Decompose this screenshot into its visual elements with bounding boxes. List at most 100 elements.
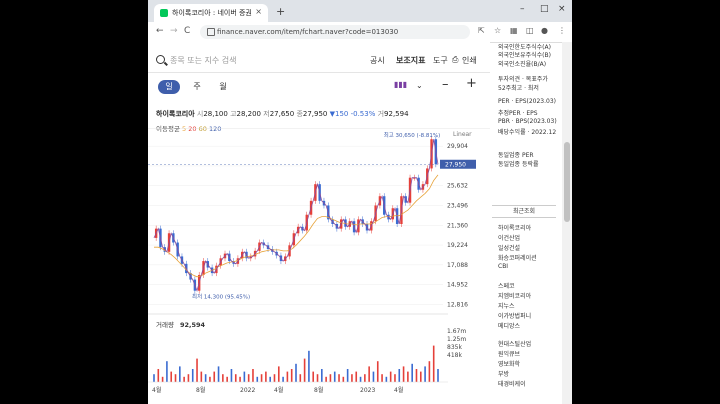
volume-bar [161,376,164,382]
back-button[interactable]: ← [156,26,164,36]
x-tick-label: 8월 [314,386,323,394]
tab-naver-finance[interactable]: 하이록코리아 : 네이버 증권 × [154,4,268,22]
volume-bar [351,374,353,382]
volume-value: 92,594 [384,110,409,118]
stock-chart[interactable]: Linear 29,90427,76825,63223,49621,36019,… [148,128,490,404]
volume-bar [286,371,289,382]
y-tick-label: 19,224 [447,242,468,249]
tab-weekly[interactable]: 주 [186,80,208,94]
tab-monthly[interactable]: 월 [212,80,234,94]
search-icon[interactable] [156,55,165,64]
volume-bar [394,374,396,382]
volume-bar [239,376,241,382]
right-info-panel: 외국인한도주식수(A) 외국인보유주식수(B) 외국인소진율(B/A) 투자의견 · … [492,42,558,404]
recent-item[interactable]: 부방 [498,369,509,378]
tab-close-icon[interactable]: × [255,7,262,16]
info-row: 52주최고 · 최저 [498,85,539,92]
recent-item[interactable]: 지누스 [498,301,515,310]
volume-bars [148,345,448,383]
volume-bar [364,374,366,382]
price-line [153,139,439,292]
volume-bar [333,371,336,382]
recent-item[interactable]: 이건산업 [498,233,520,242]
recent-item[interactable]: 메디앙스 [498,321,520,330]
grid [148,145,443,305]
volume-axis-labels: 1.67m1.25m835k418k [447,328,466,359]
zoom-in-button[interactable]: + [466,76,477,91]
menu-disclosure[interactable]: 공시 [370,55,385,66]
recent-item[interactable]: 스페코 [498,281,515,290]
volume-bar [174,374,177,382]
volume-bar [325,376,327,382]
volume-bar [282,376,284,382]
candle-type-icon[interactable]: ▮▮▮ [394,80,407,89]
recent-item[interactable]: 현대스틸산업 [498,339,531,348]
forward-button[interactable]: → [170,26,178,36]
volume-bar [191,369,194,382]
recent-item[interactable]: 하이록코리아 [498,223,531,232]
print-icon[interactable]: ⎙ [452,55,458,65]
info-row: 추정PER · EPS [498,110,538,117]
sidepanel-icon[interactable]: ◫ [526,26,534,35]
ma-line [154,174,439,278]
volume-bar [419,371,422,382]
volume-tick-label: 1.67m [447,328,466,335]
volume-bar [243,371,246,382]
volume-bar [398,369,401,382]
recent-item[interactable]: 이가방법퍼니 [498,311,531,320]
y-tick-label: 12,816 [447,301,468,308]
info-row: PER · EPS(2023.03) [498,98,557,105]
recent-item[interactable]: 지엠비코리아 [498,291,531,300]
volume-bar [269,376,271,382]
url-field[interactable]: finance.naver.com/item/fchart.naver?code… [200,25,470,39]
bookmark-star-icon[interactable]: ☆ [494,26,501,35]
menu-indicators[interactable]: 보조지표 [396,55,425,66]
profile-avatar[interactable]: ● [541,26,548,35]
high-annotation: 최고 30,650 (-8.81%) [384,131,441,139]
volume-bar [381,374,383,382]
search-input[interactable]: 종목 또는 지수 검색 [170,55,237,66]
close-window-icon[interactable]: × [558,4,566,14]
volume-bar [204,374,207,382]
minimize-icon[interactable]: – [520,4,525,14]
volume-bar [213,371,216,382]
menu-print[interactable]: 인쇄 [462,55,477,66]
more-menu-icon[interactable]: ⋮ [558,26,566,35]
scale-toggle[interactable]: Linear [453,131,472,138]
y-tick-label: 29,904 [447,143,468,150]
volume-bar [187,374,190,382]
extensions-icon[interactable]: ▦ [510,26,518,35]
volume-bar [260,374,263,382]
volume-bar [303,358,306,382]
volume-bar [437,369,439,382]
menu-tools[interactable]: 도구 [433,55,448,66]
x-tick-label: 8월 [196,386,205,394]
reload-button[interactable]: C [184,26,190,36]
recent-item[interactable]: 태경비케이 [498,379,526,388]
recent-item[interactable]: 화승코퍼레이션 [498,253,537,262]
chart-page: 종목 또는 지수 검색 공시 보조지표 도구 ⎙ 인쇄 일 주 월 ▮▮▮ ⌄ … [148,42,490,404]
volume-bar [234,374,237,382]
recent-item[interactable]: 일성건설 [498,243,520,252]
recent-item[interactable]: CBI [498,263,508,270]
volume-bar [170,371,173,382]
x-axis-labels: 4월 8월 2022 4월 8월 2023 4월 [152,386,403,394]
volume-bar [295,363,297,382]
y-tick-label: 21,360 [447,222,468,229]
volume-bar [308,350,310,382]
new-tab-button[interactable]: + [276,5,285,18]
recent-title: 최근조회 [492,205,556,218]
recent-item[interactable]: 원익큐브 [498,349,520,358]
volume-bar [222,374,224,382]
tab-title: 하이록코리아 : 네이버 증권 [172,9,252,17]
zoom-out-button[interactable]: – [442,77,449,92]
recent-item[interactable]: 영보화학 [498,359,520,368]
chevron-down-icon[interactable]: ⌄ [416,81,423,90]
x-tick-label: 2023 [360,387,375,394]
share-icon[interactable]: ⇱ [478,26,485,35]
volume-bar [209,376,211,382]
maximize-icon[interactable]: □ [540,4,549,14]
tab-daily[interactable]: 일 [158,80,180,94]
scrollbar-thumb[interactable] [564,142,570,222]
scrollbar[interactable] [562,42,572,404]
